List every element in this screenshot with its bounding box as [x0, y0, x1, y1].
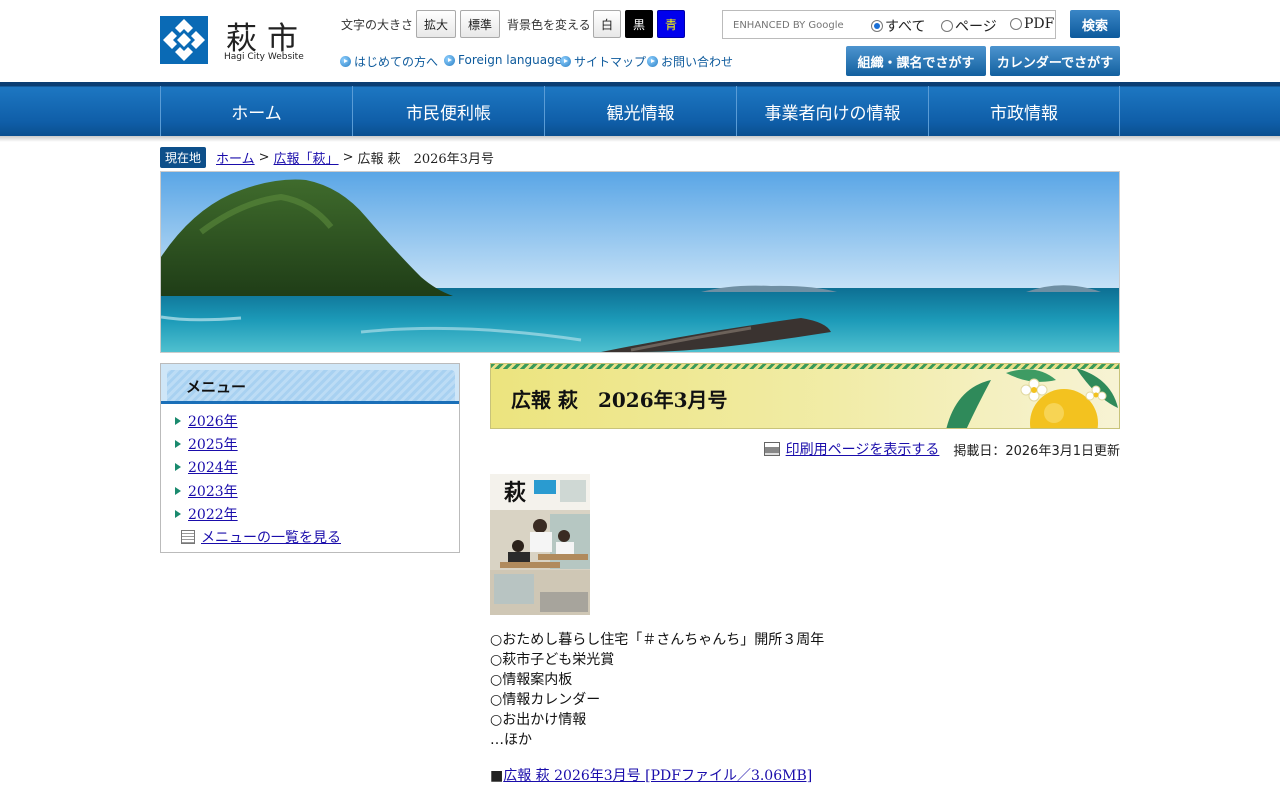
scope-pdf-radio[interactable]	[1010, 18, 1022, 30]
sidebar-menu: メニュー 2026年 2025年 2024年 2023年 2022年 メニューの…	[160, 363, 460, 553]
scope-page-option[interactable]: ページ	[941, 16, 997, 36]
sidebar-all-label: メニューの一覧を見る	[201, 530, 341, 546]
nav-shadow	[0, 136, 1280, 142]
scope-all-label: すべて	[885, 19, 926, 35]
search-input[interactable]	[727, 14, 861, 36]
util-link-beginners[interactable]: はじめての方へ	[340, 53, 438, 70]
scope-page-label: ページ	[955, 19, 997, 35]
site-logo[interactable]: 萩市 Hagi City Website	[160, 14, 310, 66]
pdf-download-link[interactable]: 広報 萩 2026年3月号 [PDFファイル／3.06MB]	[503, 768, 812, 784]
print-row: 印刷用ページを表示する 掲載日：2026年3月1日更新	[756, 438, 1120, 460]
arrow-right-icon	[175, 486, 182, 496]
contents-item: ○情報カレンダー	[490, 692, 601, 708]
arrow-right-icon	[175, 416, 182, 426]
arrow-circle-icon	[444, 54, 455, 66]
font-standard-button[interactable]: 標準	[460, 10, 500, 38]
util-link-sitemap[interactable]: サイトマップ	[560, 53, 646, 70]
pdf-bullet: ■	[490, 768, 504, 784]
sidebar-item-label: 2022年	[188, 507, 238, 523]
hero-image	[160, 171, 1120, 353]
cover-logo: 萩	[504, 480, 526, 506]
sidebar-item-label: 2023年	[188, 484, 238, 500]
scope-pdf-label: PDF	[1024, 16, 1055, 32]
site-header: 萩市 Hagi City Website 文字の大きさ 拡大 標準 背景色を変え…	[0, 0, 1280, 82]
contents-item: …ほか	[490, 732, 532, 748]
util-link-foreign-language[interactable]: Foreign language	[444, 53, 562, 67]
sidebar-item-2026[interactable]: 2026年	[175, 411, 238, 431]
util-link-label: はじめての方へ	[354, 55, 439, 69]
sidebar-all-link[interactable]: メニューの一覧を見る	[181, 527, 341, 547]
contents-item: ○萩市子ども栄光賞	[490, 652, 615, 668]
util-link-label: サイトマップ	[574, 55, 647, 69]
print-page-link[interactable]: 印刷用ページを表示する	[786, 439, 940, 459]
util-link-contact[interactable]: お問い合わせ	[647, 53, 733, 70]
site-search: すべて ページ PDF	[722, 10, 1056, 39]
sidebar-item-2023[interactable]: 2023年	[175, 481, 238, 501]
magazine-cover-image: 萩	[490, 474, 590, 615]
util-link-label: Foreign language	[458, 53, 563, 67]
bg-color-label: 背景色を変える	[507, 18, 591, 32]
arrow-right-icon	[175, 439, 182, 449]
pdf-download-row: ■広報 萩 2026年3月号 [PDFファイル／3.06MB]	[490, 765, 812, 785]
nav-item-city-admin[interactable]: 市政情報	[928, 86, 1120, 136]
calendar-search-button[interactable]: カレンダーでさがす	[990, 46, 1120, 76]
breadcrumb-here-badge: 現在地	[160, 146, 207, 168]
contents-item: ○情報案内板	[490, 672, 573, 688]
contents-item: ○おためし暮らし住宅「＃さんちゃんち」開所３周年	[490, 632, 825, 648]
scope-all-option[interactable]: すべて	[871, 16, 925, 36]
breadcrumb-home-link[interactable]: ホーム	[216, 148, 255, 167]
scope-page-radio[interactable]	[941, 20, 953, 32]
arrow-right-icon	[175, 509, 182, 519]
breadcrumb-parent-link[interactable]: 広報「萩」	[274, 148, 339, 167]
contents-item: ○お出かけ情報	[490, 712, 587, 728]
nav-item-tourism[interactable]: 観光情報	[544, 86, 736, 136]
posted-date: 掲載日：2026年3月1日更新	[953, 443, 1120, 459]
scope-all-radio[interactable]	[871, 20, 883, 32]
sidebar-item-2022[interactable]: 2022年	[175, 504, 238, 524]
scope-pdf-option[interactable]: PDF	[1010, 16, 1054, 32]
util-link-label: お問い合わせ	[661, 55, 734, 69]
logo-mark-icon	[160, 16, 208, 64]
arrow-circle-icon	[560, 56, 571, 67]
sidebar-header: メニュー	[161, 364, 459, 404]
seascape-illustration	[161, 172, 1119, 352]
font-size-label: 文字の大きさ	[341, 18, 414, 32]
logo-subtitle: Hagi City Website	[224, 52, 304, 62]
page-title-band: 広報 萩 2026年3月号	[490, 363, 1120, 429]
font-enlarge-button[interactable]: 拡大	[416, 10, 456, 38]
nav-item-home[interactable]: ホーム	[160, 86, 352, 136]
bg-white-button[interactable]: 白	[593, 10, 621, 38]
document-list-icon	[181, 530, 195, 544]
sidebar-title: メニュー	[186, 378, 247, 396]
bg-blue-button[interactable]: 青	[657, 10, 685, 38]
search-button[interactable]: 検索	[1070, 10, 1120, 38]
bg-black-button[interactable]: 黒	[625, 10, 653, 38]
sidebar-item-2025[interactable]: 2025年	[175, 434, 238, 454]
breadcrumb: 現在地 ホーム > 広報「萩」 > 広報 萩 2026年3月号	[160, 146, 494, 168]
sidebar-item-label: 2026年	[188, 414, 238, 430]
cover-photo: 萩	[490, 474, 590, 615]
nav-item-citizen-guide[interactable]: 市民便利帳	[352, 86, 544, 136]
arrow-circle-icon	[647, 56, 658, 67]
sidebar-item-label: 2025年	[188, 437, 238, 453]
page-title: 広報 萩 2026年3月号	[511, 388, 728, 412]
arrow-right-icon	[175, 462, 182, 472]
breadcrumb-separator: >	[258, 149, 270, 165]
arrow-circle-icon	[340, 56, 351, 67]
sidebar-item-2024[interactable]: 2024年	[175, 457, 238, 477]
citrus-decoration-icon	[946, 368, 1118, 428]
org-search-button[interactable]: 組織・課名でさがす	[846, 46, 986, 76]
sidebar-item-label: 2024年	[188, 460, 238, 476]
issue-contents: ○おためし暮らし住宅「＃さんちゃんち」開所３周年 ○萩市子ども栄光賞 ○情報案内…	[490, 630, 824, 750]
breadcrumb-current: 広報 萩 2026年3月号	[357, 151, 494, 167]
global-nav: ホーム 市民便利帳 観光情報 事業者向けの情報 市政情報	[0, 82, 1280, 136]
nav-item-business[interactable]: 事業者向けの情報	[736, 86, 928, 136]
breadcrumb-separator: >	[342, 149, 354, 165]
printer-icon	[763, 442, 780, 456]
